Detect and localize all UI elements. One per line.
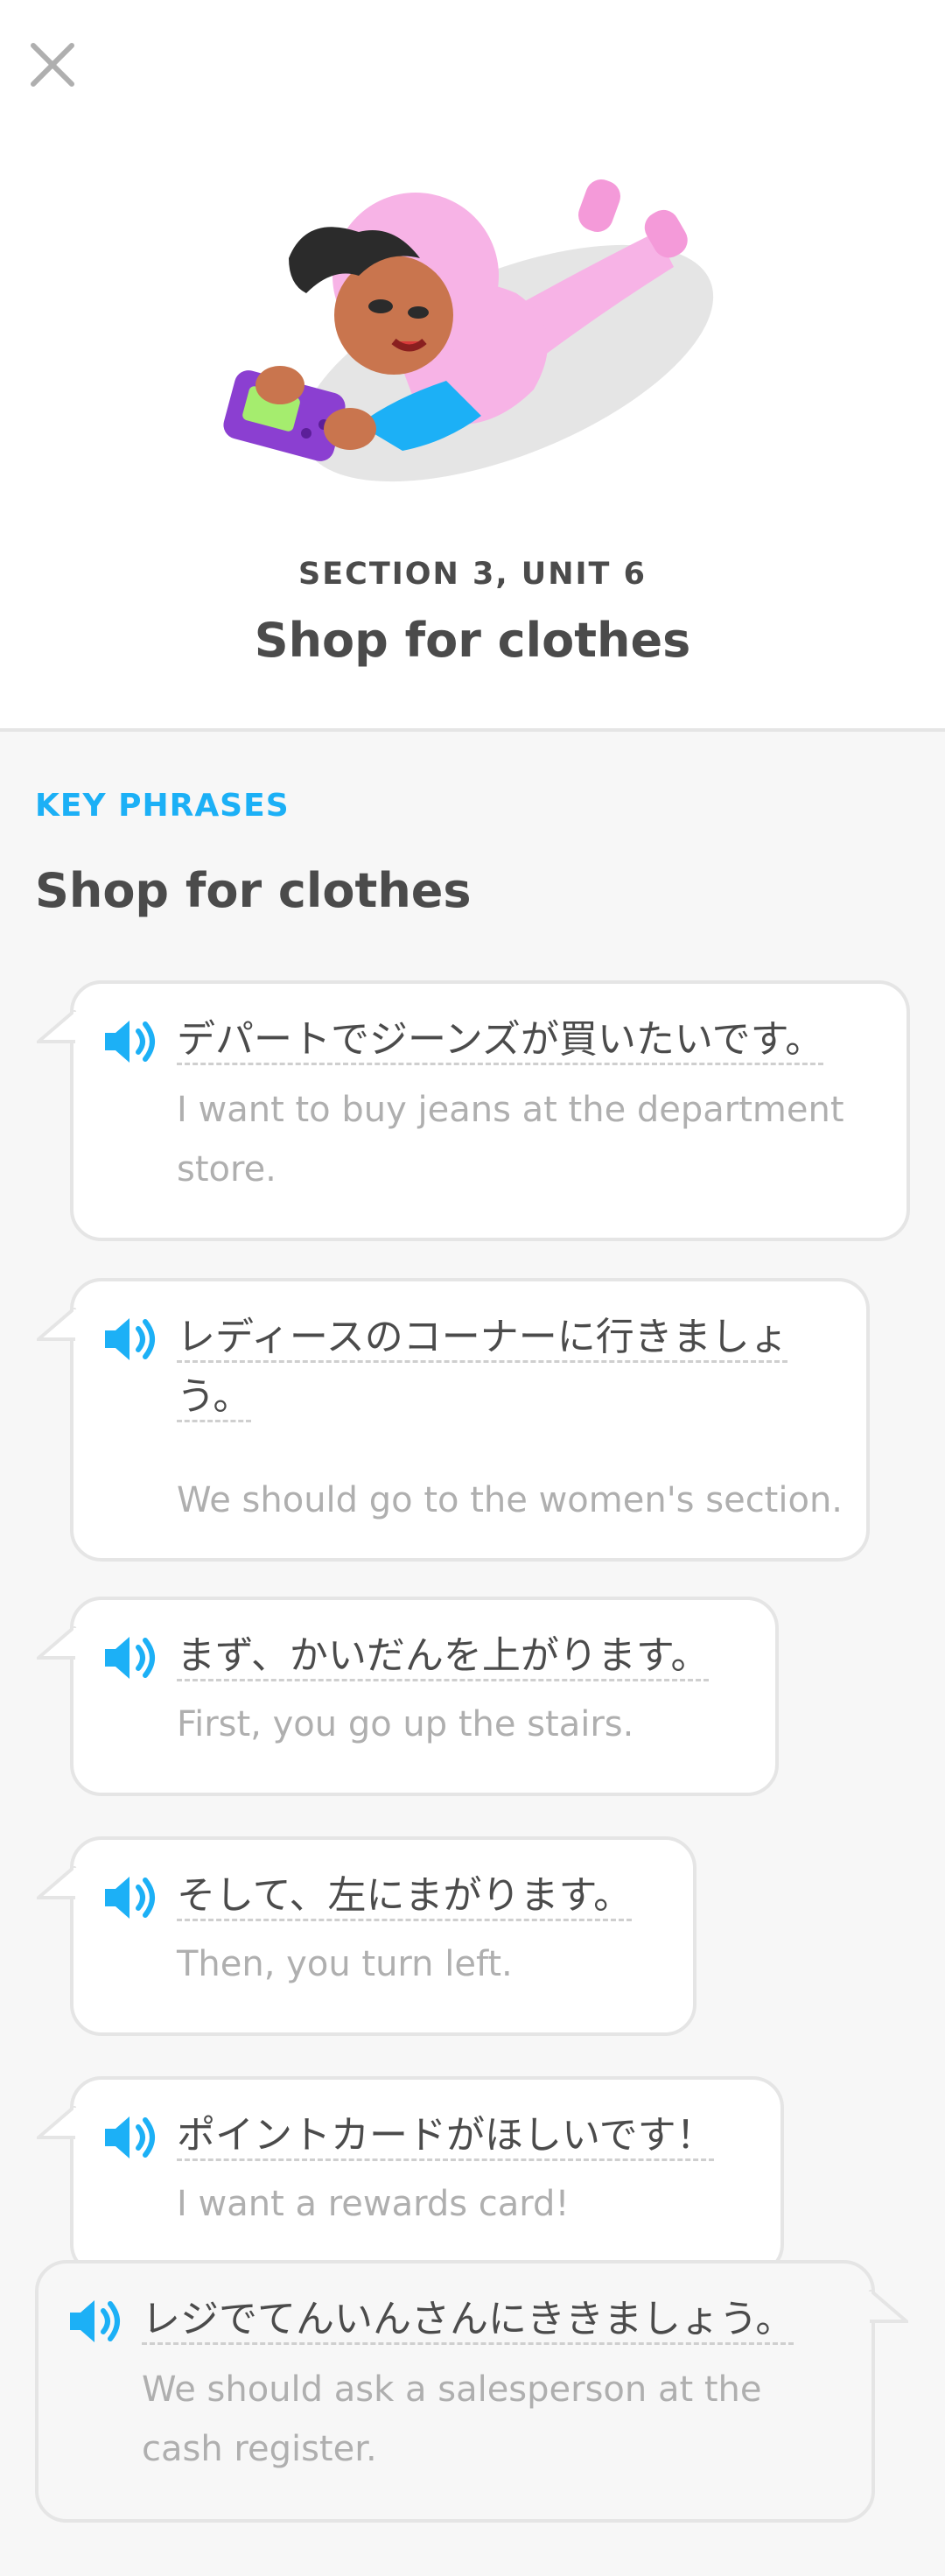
bubble-tail (37, 2106, 77, 2139)
phrase-english: Then, you turn left. (177, 1944, 513, 1984)
phrase-bubble: デパートでジーンズが買いたいです。 I want to buy jeans at… (37, 980, 910, 1241)
key-phrases-title: Shop for clothes (35, 863, 472, 918)
key-phrases-label: KEY PHRASES (35, 788, 290, 824)
bubble-tail (868, 2290, 908, 2323)
phrase-bubble: まず、かいだんを上がります。 First, you go up the stai… (37, 1597, 779, 1796)
speaker-icon[interactable] (66, 2297, 124, 2346)
speaker-icon[interactable] (102, 1633, 159, 1682)
phrase-japanese[interactable]: レディースのコーナーに行きましょ う。 (177, 1308, 845, 1427)
phrase-japanese[interactable]: そして、左にまがります。 (177, 1866, 672, 1926)
bubble-tail (37, 1626, 77, 1660)
phrase-bubble: レジでてんいんさんにききましょう。 We should ask a salesp… (35, 2260, 908, 2523)
phrase-english: I want to buy jeans at the department st… (177, 1090, 844, 1190)
phrase-japanese[interactable]: レジでてんいんさんにききましょう。 (142, 2290, 850, 2349)
character-illustration (219, 162, 726, 512)
speaker-icon[interactable] (102, 1873, 159, 1922)
unit-title: Shop for clothes (254, 613, 691, 668)
phrase-bubble: レディースのコーナーに行きましょ う。 We should go to the … (37, 1278, 870, 1562)
bubble-tail (37, 1308, 77, 1341)
phrase-japanese[interactable]: まず、かいだんを上がります。 (177, 1626, 754, 1686)
bubble-tail (37, 1866, 77, 1899)
phrase-bubble: そして、左にまがります。 Then, you turn left. (37, 1836, 696, 2036)
close-icon[interactable] (26, 39, 79, 91)
phrase-japanese[interactable]: デパートでジーンズが買いたいです。 (177, 1010, 886, 1070)
phrase-english: We should go to the women's section. (177, 1480, 844, 1520)
speaker-icon[interactable] (102, 2113, 159, 2162)
section-unit-label: SECTION 3, UNIT 6 (298, 557, 647, 592)
phrase-english: We should ask a salesperson at the cash … (142, 2369, 762, 2469)
bubble-tail (37, 1010, 77, 1043)
phrase-bubble: ポイントカードがほしいです！ I want a rewards card! (37, 2076, 784, 2276)
phrase-english: I want a rewards card! (177, 2184, 570, 2224)
unit-header: SECTION 3, UNIT 6 Shop for clothes (0, 0, 945, 730)
speaker-icon[interactable] (102, 1315, 159, 1364)
speaker-icon[interactable] (102, 1017, 159, 1066)
phrase-japanese[interactable]: ポイントカードがほしいです！ (177, 2106, 760, 2165)
phrase-english: First, you go up the stairs. (177, 1704, 634, 1744)
key-phrases-panel: KEY PHRASES Shop for clothes デパートでジーンズが買… (0, 732, 945, 2576)
